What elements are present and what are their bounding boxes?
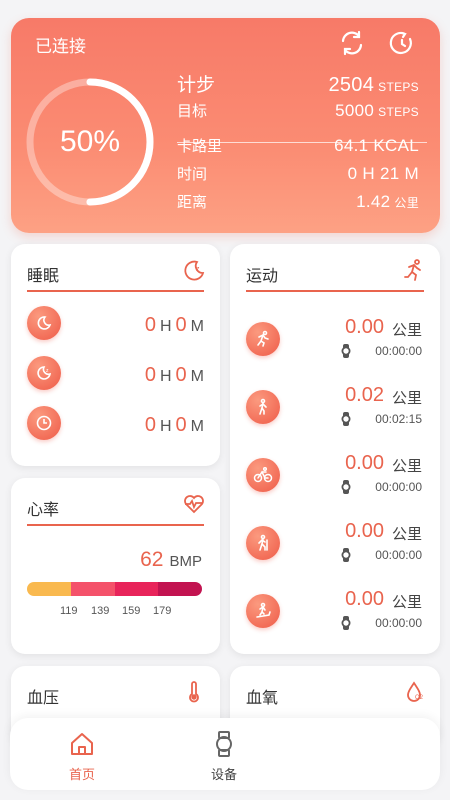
time-label: 时间 — [177, 166, 208, 183]
zone-tick-4: 179 — [153, 605, 172, 617]
bicycle-icon — [246, 458, 280, 492]
sport-underline — [246, 290, 424, 292]
tab-device[interactable]: 设备 — [194, 730, 254, 783]
sport-unit: 公里 — [391, 458, 422, 475]
tab-home-label: 首页 — [68, 767, 95, 782]
oxygen-drop-icon: O2 — [407, 681, 424, 702]
sport-distance: 0.00 — [345, 316, 384, 338]
zone-tick-1: 119 — [60, 605, 78, 617]
refresh-icon — [389, 31, 412, 55]
tab-device-label: 设备 — [210, 767, 237, 782]
zone-tick-3: 159 — [122, 605, 141, 617]
sport-walk[interactable]: 0.02 公里 00:02:15 — [230, 384, 440, 434]
heart-rate-underline — [27, 524, 204, 526]
heart-rate-zone-bar — [27, 582, 202, 596]
sport-climb[interactable]: 0.00 公里 00:00:00 — [230, 520, 440, 570]
sport-treadmill[interactable]: 0.00 公里 00:00:00 — [230, 588, 440, 638]
steps-row: 计步 2504 STEPS — [177, 70, 419, 97]
tab-home[interactable]: 首页 — [52, 730, 112, 783]
climbing-icon — [246, 526, 280, 560]
watch-icon — [341, 616, 351, 630]
home-icon — [71, 733, 93, 755]
calories-value: 64.1 KCAL — [334, 136, 419, 155]
distance-label: 距离 — [177, 194, 208, 211]
sleep-card[interactable]: 睡眠 z 0H 0M z 0H 0M 0H 0M — [11, 244, 220, 466]
svg-text:z: z — [46, 368, 49, 374]
sport-unit: 公里 — [391, 526, 422, 543]
heart-pulse-icon — [184, 495, 204, 514]
goal-percent: 50% — [59, 125, 121, 158]
run-icon — [246, 322, 280, 356]
goal-value: 5000 — [335, 101, 375, 120]
sport-unit: 公里 — [391, 322, 422, 339]
deep-sleep-icon — [27, 306, 61, 340]
distance-unit: 公里 — [394, 196, 419, 210]
sport-duration: 00:00:00 — [375, 344, 422, 358]
svg-text:z: z — [196, 266, 200, 273]
goal-row: 目标 5000 STEPS — [177, 100, 419, 121]
sport-unit: 公里 — [391, 594, 422, 611]
goal-label: 目标 — [177, 103, 208, 120]
light-sleep-icon: z — [27, 356, 61, 390]
sleep-underline — [27, 290, 204, 292]
sport-distance: 0.00 — [345, 588, 384, 610]
walk-icon — [246, 390, 280, 424]
heart-rate-value: 62 BMP — [140, 548, 202, 571]
zone-2 — [70, 582, 115, 596]
steps-value: 2504 — [328, 74, 375, 96]
calories-label: 卡路里 — [177, 138, 223, 155]
sport-duration: 00:00:00 — [375, 480, 422, 494]
heart-rate-title: 心率 — [27, 502, 60, 519]
sport-distance: 0.00 — [345, 452, 384, 474]
sync-icon — [341, 30, 363, 56]
deep-sleep-value: 0H 0M — [144, 314, 204, 336]
steps-unit: STEPS — [378, 80, 419, 94]
blood-pressure-title: 血压 — [27, 690, 60, 707]
connection-status: 已连接 — [35, 37, 86, 56]
treadmill-icon — [246, 594, 280, 628]
light-sleep-value: 0H 0M — [144, 364, 204, 386]
sport-duration: 00:02:15 — [375, 412, 422, 426]
sport-duration: 00:00:00 — [375, 616, 422, 630]
time-value: 0 H 21 M — [347, 164, 419, 183]
awake-value: 0H 0M — [144, 414, 204, 436]
refresh-button[interactable] — [387, 28, 417, 58]
sport-run[interactable]: 0.00 公里 00:00:00 — [230, 316, 440, 366]
zone-3 — [114, 582, 159, 596]
calories-row: 卡路里 64.1 KCAL — [177, 135, 419, 156]
activity-summary-card: 已连接 50% 计步 2504 STEPS 目标 5000 STEPS 卡路里 64… — [11, 18, 440, 233]
watch-icon — [341, 344, 351, 358]
bottom-tab-bar: 首页 设备 — [10, 718, 440, 790]
distance-value: 1.42 — [356, 192, 391, 211]
zone-1 — [27, 582, 71, 596]
blood-oxygen-title: 血氧 — [246, 690, 279, 707]
zone-tick-2: 139 — [91, 605, 110, 617]
steps-label: 计步 — [177, 75, 216, 96]
sport-distance: 0.00 — [345, 520, 384, 542]
sport-card[interactable]: 运动 0.00 公里 00:00:00 0.02 公里 00:02:15 0.0… — [230, 244, 440, 654]
sport-duration: 00:00:00 — [375, 548, 422, 562]
watch-icon — [341, 412, 351, 426]
sport-unit: 公里 — [391, 390, 422, 407]
running-icon — [404, 259, 421, 281]
goal-unit: STEPS — [378, 105, 419, 119]
watch-device-icon — [216, 731, 232, 757]
sport-distance: 0.02 — [345, 384, 384, 406]
time-row: 时间 0 H 21 M — [177, 163, 419, 184]
watch-icon — [341, 480, 351, 494]
clock-icon — [27, 406, 61, 440]
moon-icon: z — [184, 260, 205, 281]
svg-text:O2: O2 — [415, 695, 424, 701]
distance-row: 距离 1.42 公里 — [177, 191, 419, 212]
sync-button[interactable] — [337, 28, 367, 58]
sport-title: 运动 — [246, 268, 279, 285]
thermometer-icon — [189, 681, 199, 703]
heart-rate-card[interactable]: 心率 62 BMP 119 139 159 179 — [11, 478, 220, 654]
watch-icon — [341, 548, 351, 562]
sleep-title: 睡眠 — [27, 268, 60, 285]
zone-4 — [158, 582, 202, 596]
sport-cycle[interactable]: 0.00 公里 00:00:00 — [230, 452, 440, 502]
